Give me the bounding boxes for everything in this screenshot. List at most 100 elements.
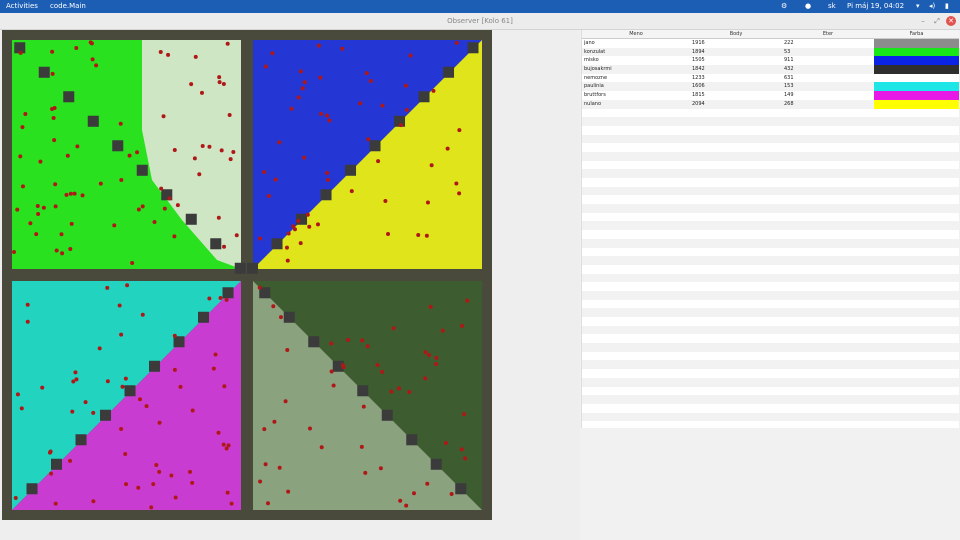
unit-dot[interactable] xyxy=(68,191,73,196)
unit-dot[interactable] xyxy=(270,51,275,56)
unit-dot[interactable] xyxy=(346,337,351,342)
unit-dot[interactable] xyxy=(359,444,364,449)
unit-dot[interactable] xyxy=(15,392,20,397)
unit-dot[interactable] xyxy=(427,353,432,358)
unit-dot[interactable] xyxy=(157,469,162,474)
unit-dot[interactable] xyxy=(305,212,310,217)
unit-dot[interactable] xyxy=(53,204,58,209)
unit-dot[interactable] xyxy=(144,404,149,409)
unit-dot[interactable] xyxy=(307,224,312,229)
unit-dot[interactable] xyxy=(459,447,464,452)
unit-dot[interactable] xyxy=(285,258,290,263)
unit-dot[interactable] xyxy=(119,332,124,337)
unit-dot[interactable] xyxy=(20,184,25,189)
unit-dot[interactable] xyxy=(266,193,271,198)
unit-dot[interactable] xyxy=(127,153,132,158)
column-header-name[interactable]: Meno xyxy=(582,30,690,38)
unit-dot[interactable] xyxy=(166,52,171,57)
unit-dot[interactable] xyxy=(431,88,436,93)
unit-dot[interactable] xyxy=(262,170,267,175)
unit-dot[interactable] xyxy=(219,148,224,153)
unit-dot[interactable] xyxy=(361,404,366,409)
unit-dot[interactable] xyxy=(257,285,262,290)
unit-dot[interactable] xyxy=(440,328,445,333)
unit-dot[interactable] xyxy=(68,458,73,463)
unit-dot[interactable] xyxy=(91,499,96,504)
unit-dot[interactable] xyxy=(283,399,288,404)
window-titlebar[interactable]: Observer [Kolo 61] – ⤢ ✕ xyxy=(0,13,960,30)
unit-dot[interactable] xyxy=(112,223,117,228)
unit-dot[interactable] xyxy=(53,501,58,506)
unit-dot[interactable] xyxy=(443,440,448,445)
unit-dot[interactable] xyxy=(34,232,39,237)
unit-dot[interactable] xyxy=(69,221,74,226)
unit-dot[interactable] xyxy=(277,465,282,470)
unit-dot[interactable] xyxy=(408,53,413,58)
unit-dot[interactable] xyxy=(391,326,396,331)
table-row[interactable]: misko 1505 911 xyxy=(582,56,959,66)
unit-dot[interactable] xyxy=(13,495,18,500)
unit-dot[interactable] xyxy=(457,128,462,133)
unit-dot[interactable] xyxy=(296,95,301,100)
unit-dot[interactable] xyxy=(225,490,230,495)
unit-dot[interactable] xyxy=(425,481,430,486)
unit-dot[interactable] xyxy=(97,346,102,351)
unit-dot[interactable] xyxy=(70,409,75,414)
unit-dot[interactable] xyxy=(429,163,434,168)
unit-dot[interactable] xyxy=(319,111,324,116)
unit-dot[interactable] xyxy=(20,125,25,130)
unit-dot[interactable] xyxy=(50,71,55,76)
unit-dot[interactable] xyxy=(389,389,394,394)
unit-dot[interactable] xyxy=(151,482,156,487)
unit-dot[interactable] xyxy=(424,233,429,238)
unit-dot[interactable] xyxy=(272,419,277,424)
unit-dot[interactable] xyxy=(316,43,321,48)
unit-dot[interactable] xyxy=(396,386,401,391)
unit-dot[interactable] xyxy=(423,376,428,381)
unit-dot[interactable] xyxy=(329,341,334,346)
unit-dot[interactable] xyxy=(434,361,439,366)
unit-dot[interactable] xyxy=(157,420,162,425)
unit-dot[interactable] xyxy=(263,64,268,69)
unit-dot[interactable] xyxy=(15,207,20,212)
table-row[interactable]: bruttfors 1815 149 xyxy=(582,91,959,100)
unit-dot[interactable] xyxy=(94,63,99,68)
unit-dot[interactable] xyxy=(207,144,212,149)
unit-dot[interactable] xyxy=(172,333,177,338)
battery-icon[interactable]: ▮ xyxy=(945,0,949,13)
unit-dot[interactable] xyxy=(90,57,95,62)
unit-dot[interactable] xyxy=(213,352,218,357)
unit-dot[interactable] xyxy=(216,430,221,435)
unit-dot[interactable] xyxy=(463,456,468,461)
unit-dot[interactable] xyxy=(38,159,43,164)
unit-dot[interactable] xyxy=(329,369,334,374)
unit-dot[interactable] xyxy=(73,370,78,375)
unit-dot[interactable] xyxy=(65,153,70,158)
unit-dot[interactable] xyxy=(158,50,163,55)
column-header-color[interactable]: Farba xyxy=(874,30,959,38)
unit-dot[interactable] xyxy=(217,80,222,85)
unit-dot[interactable] xyxy=(52,138,57,143)
unit-dot[interactable] xyxy=(366,137,371,142)
unit-dot[interactable] xyxy=(120,384,125,389)
unit-dot[interactable] xyxy=(125,283,130,288)
unit-dot[interactable] xyxy=(149,505,154,510)
unit-dot[interactable] xyxy=(398,498,403,503)
unit-dot[interactable] xyxy=(307,426,312,431)
unit-dot[interactable] xyxy=(172,234,177,239)
unit-dot[interactable] xyxy=(162,206,167,211)
unit-dot[interactable] xyxy=(193,54,198,59)
unit-dot[interactable] xyxy=(380,369,385,374)
unit-dot[interactable] xyxy=(434,355,439,360)
table-row[interactable]: konzulat 1894 53 xyxy=(582,47,959,57)
unit-dot[interactable] xyxy=(74,377,79,382)
unit-dot[interactable] xyxy=(72,191,77,196)
unit-dot[interactable] xyxy=(318,75,323,80)
unit-dot[interactable] xyxy=(36,211,41,216)
unit-dot[interactable] xyxy=(119,177,124,182)
unit-dot[interactable] xyxy=(229,501,234,506)
table-row[interactable]: paulinia 1606 153 xyxy=(582,82,959,92)
table-row[interactable]: nulano 2094 268 xyxy=(582,99,959,109)
unit-dot[interactable] xyxy=(23,111,28,116)
unit-dot[interactable] xyxy=(383,198,388,203)
